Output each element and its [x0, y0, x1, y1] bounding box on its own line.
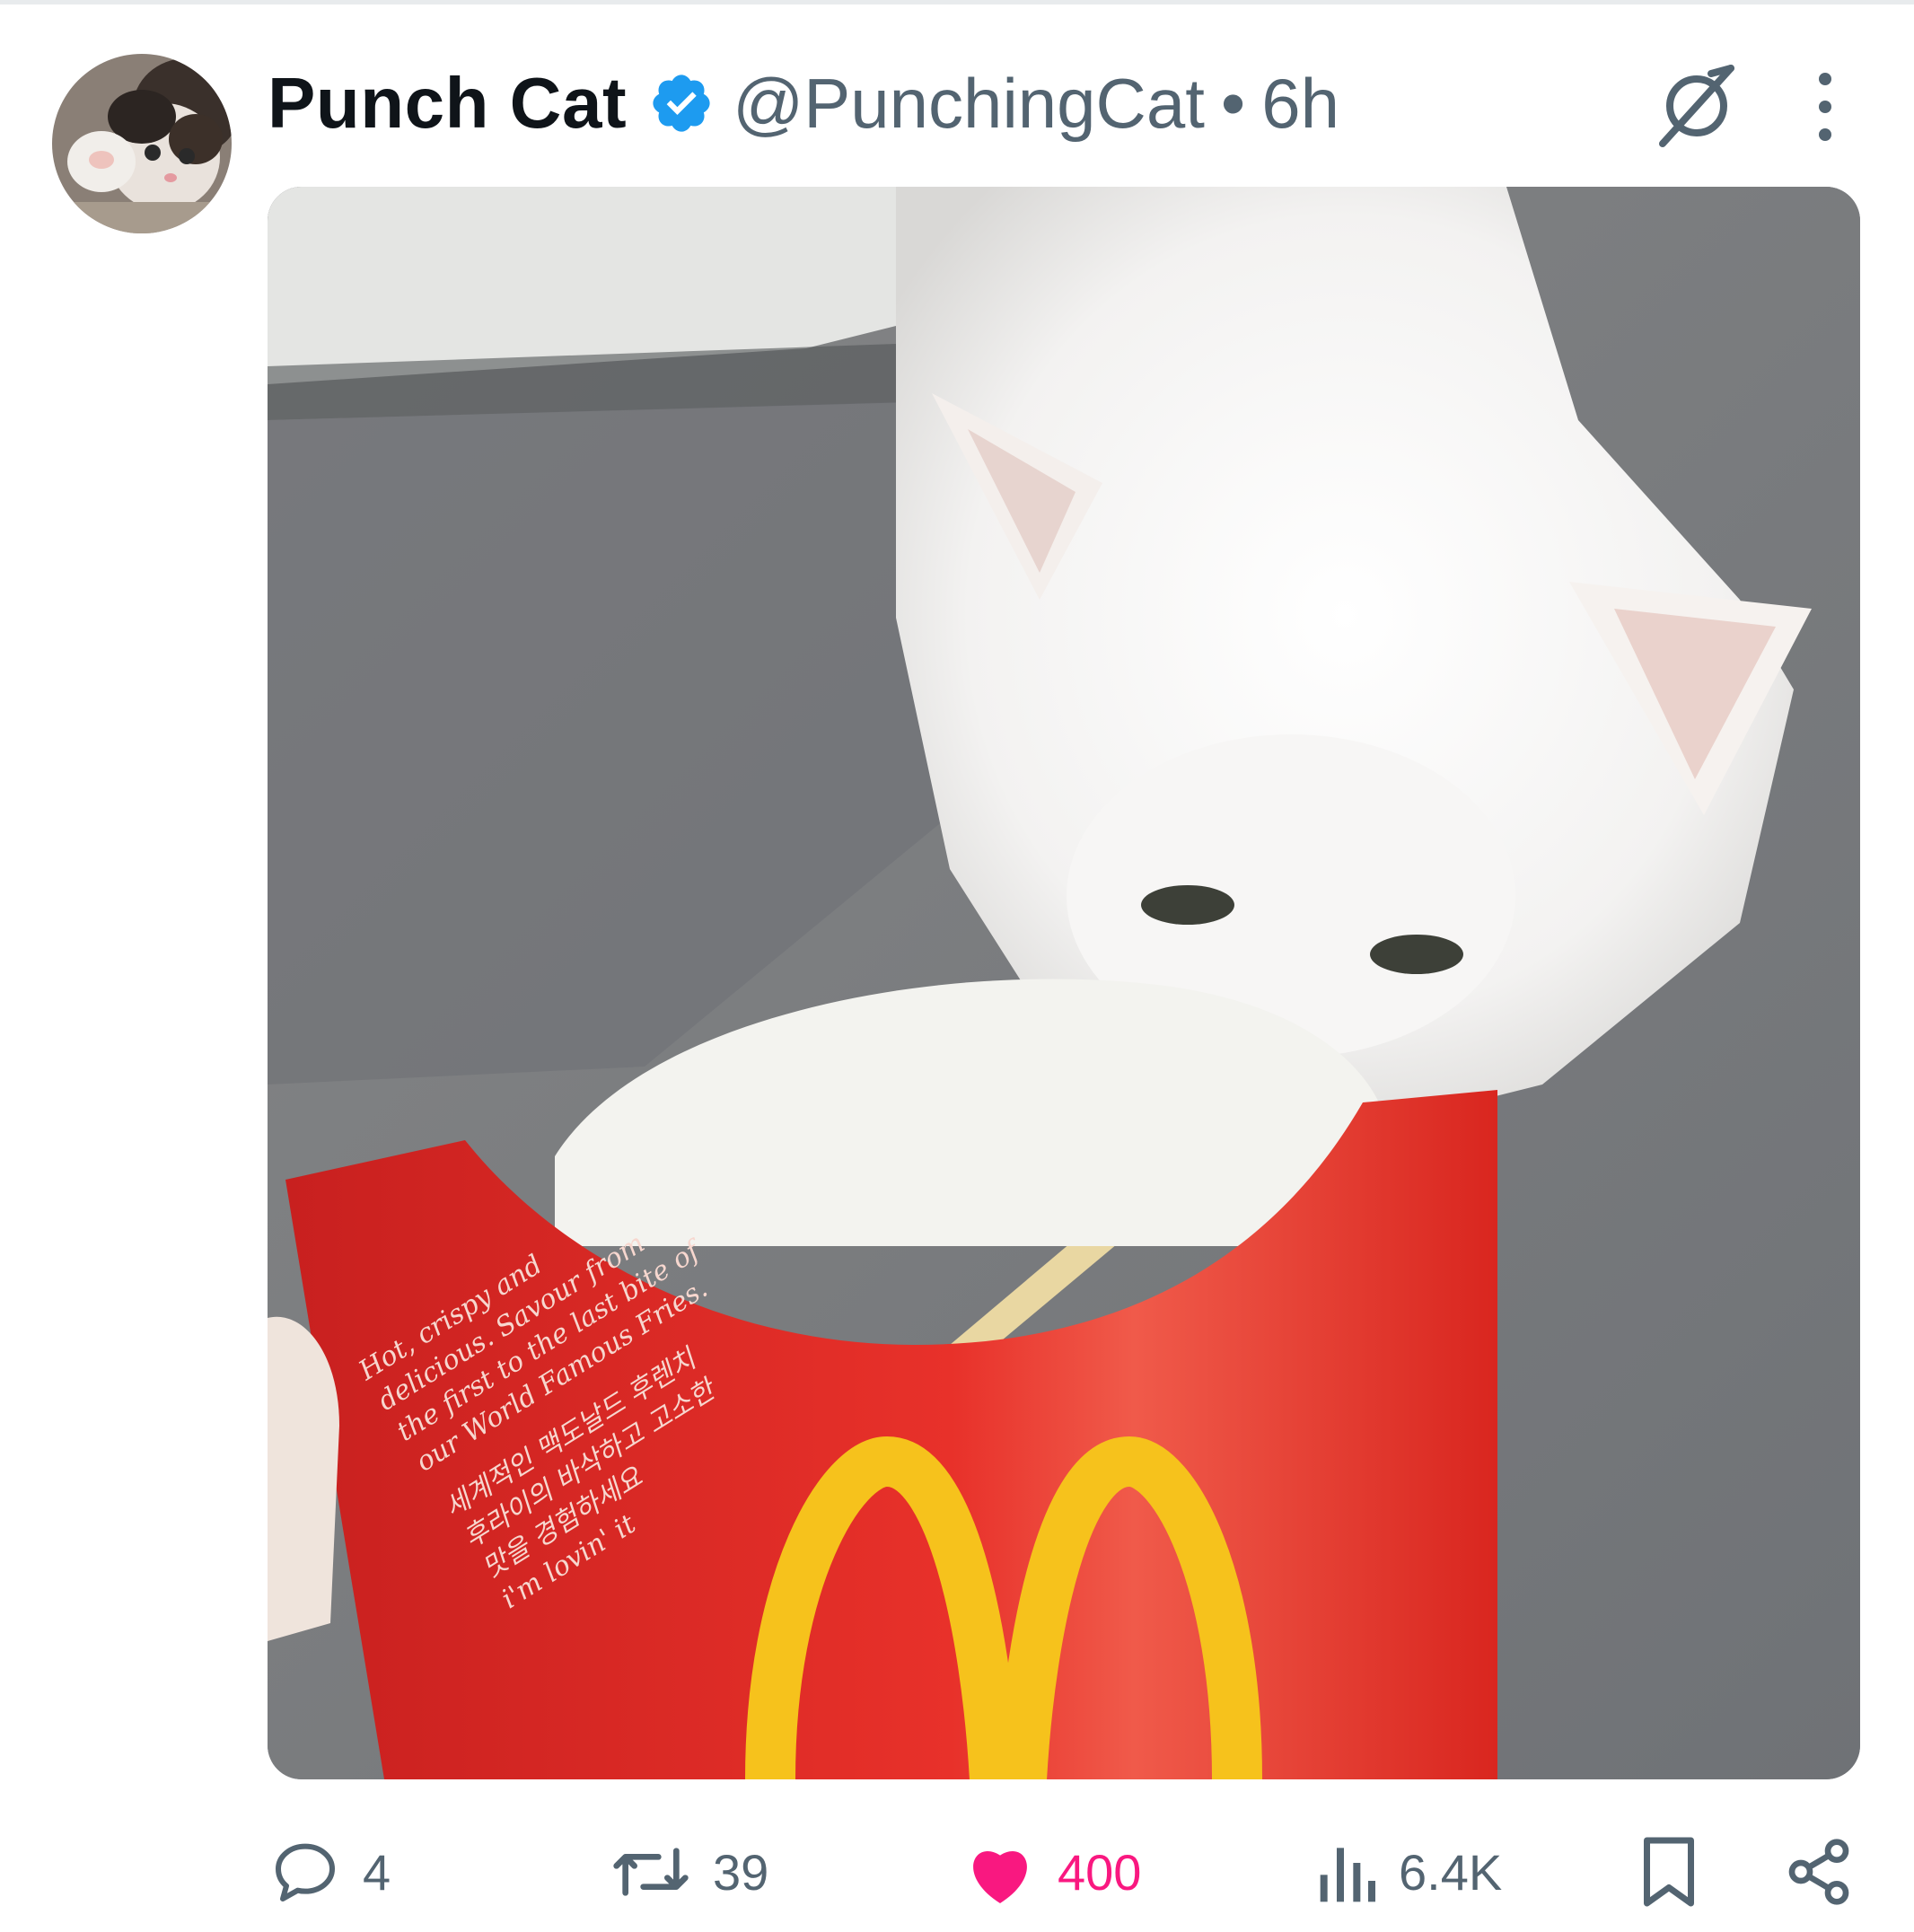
reply-count: 4: [363, 1843, 391, 1901]
author-name[interactable]: Punch Cat: [268, 62, 627, 145]
action-bar: 4 39 400 6.4K: [0, 1831, 1914, 1912]
avatar[interactable]: [52, 54, 232, 233]
grok-icon[interactable]: [1654, 61, 1740, 147]
views-icon: [1320, 1848, 1375, 1902]
top-divider: [0, 0, 1914, 4]
views-count: 6.4K: [1399, 1843, 1503, 1901]
share-button[interactable]: [1783, 1831, 1855, 1912]
author-handle[interactable]: @PunchingCat: [733, 63, 1205, 145]
reply-icon: [276, 1843, 335, 1901]
like-button[interactable]: 400: [964, 1831, 1141, 1912]
reply-button[interactable]: 4: [269, 1831, 391, 1912]
meta-separator: •: [1220, 63, 1246, 143]
like-count: 400: [1058, 1843, 1142, 1901]
post-header: Punch Cat @PunchingCat • 6h: [268, 54, 1339, 153]
verified-badge-icon: [653, 75, 710, 132]
share-icon: [1788, 1839, 1849, 1905]
bookmark-icon: [1644, 1837, 1694, 1907]
bookmark-button[interactable]: [1639, 1831, 1699, 1912]
views-button[interactable]: 6.4K: [1314, 1831, 1502, 1912]
more-icon[interactable]: [1803, 66, 1848, 147]
post-time[interactable]: 6h: [1261, 63, 1339, 145]
repost-button[interactable]: 39: [610, 1831, 768, 1912]
heart-icon: [973, 1851, 1027, 1903]
post-image[interactable]: Hot, crispy and delicious. Savour from t…: [268, 187, 1860, 1779]
repost-icon: [613, 1848, 689, 1896]
repost-count: 39: [713, 1843, 769, 1901]
